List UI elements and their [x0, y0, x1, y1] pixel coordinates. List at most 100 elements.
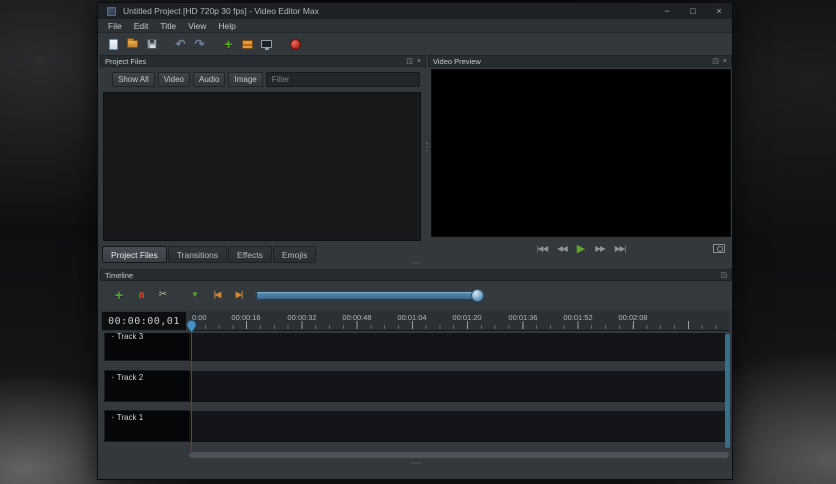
horizontal-splitter-handle[interactable]: ⋯: [406, 259, 426, 269]
close-button[interactable]: ×: [706, 3, 732, 19]
track-lane[interactable]: [189, 333, 725, 361]
menu-item-help[interactable]: Help: [212, 19, 241, 32]
bottom-splitter-handle[interactable]: ⋯: [406, 459, 426, 469]
add-marker-button[interactable]: ▼: [186, 286, 204, 304]
ruler-label: 00:01:52: [563, 313, 593, 322]
app-window: Untitled Project [HD 720p 30 fps] - Vide…: [97, 2, 733, 480]
tab-effects[interactable]: Effects: [228, 246, 272, 263]
track-label: Track 1: [116, 413, 144, 422]
filter-audio-button[interactable]: Audio: [193, 72, 226, 87]
scissors-icon: ✂: [158, 289, 168, 300]
maximize-button[interactable]: □: [680, 3, 706, 19]
save-icon: [146, 39, 157, 49]
fast-forward-button[interactable]: ▶▶: [595, 245, 606, 253]
track-row: ▪ Track 3: [100, 333, 732, 361]
ruler-label: 00:01:20: [452, 313, 482, 322]
track-lane[interactable]: [189, 410, 725, 442]
next-marker-icon: ▶|: [235, 290, 243, 299]
track-header[interactable]: ▪ Track 3: [104, 333, 190, 361]
profile-icon: [242, 39, 253, 49]
project-files-list[interactable]: [103, 92, 421, 241]
playhead-marker[interactable]: [186, 319, 197, 334]
filter-show-all-button[interactable]: Show All: [112, 72, 155, 87]
menu-item-file[interactable]: File: [102, 19, 128, 32]
playback-controls: |◀◀ ◀◀ ▶ ▶▶ ▶▶|: [431, 241, 731, 257]
track-lane[interactable]: [189, 370, 725, 402]
choose-profile-button[interactable]: [239, 36, 256, 53]
redo-button[interactable]: ↷: [191, 36, 208, 53]
float-dock-icon[interactable]: ◳: [720, 272, 727, 279]
zoom-slider-handle[interactable]: [471, 289, 484, 302]
export-video-button[interactable]: [287, 36, 304, 53]
new-project-button[interactable]: [105, 36, 122, 53]
dock-tab-bar: Project Files Transitions Effects Emojis: [102, 246, 317, 263]
track-badge-icon: ▪: [112, 334, 114, 340]
ruler-label: 00:00:16: [231, 313, 261, 322]
export-record-icon: [290, 38, 301, 50]
vertical-scrollbar[interactable]: [725, 334, 730, 448]
save-project-button[interactable]: [143, 36, 160, 53]
tab-emojis[interactable]: Emojis: [272, 246, 317, 263]
previous-marker-icon: |◀: [213, 290, 221, 299]
play-button[interactable]: ▶: [577, 243, 585, 255]
menu-bar: File Edit Title View Help: [98, 19, 732, 33]
window-controls: − □ ×: [654, 3, 732, 19]
snapping-button[interactable]: [132, 286, 150, 304]
open-project-button[interactable]: [124, 36, 141, 53]
horizontal-scrollbar[interactable]: [189, 452, 729, 458]
close-dock-icon[interactable]: ×: [723, 58, 727, 65]
next-marker-button[interactable]: ▶|: [230, 286, 248, 304]
ruler-label: 00:00:32: [287, 313, 317, 322]
float-dock-icon[interactable]: ◳: [406, 58, 413, 65]
track-label: Track 3: [116, 333, 144, 341]
horizontal-scrollbar-thumb[interactable]: [189, 452, 729, 458]
fullscreen-button[interactable]: [258, 36, 275, 53]
timeline-dock-title: Timeline: [105, 270, 134, 280]
title-bar: Untitled Project [HD 720p 30 fps] - Vide…: [98, 3, 732, 19]
filter-input[interactable]: [265, 72, 420, 87]
timeline-ruler[interactable]: 0:00 00:00:16 00:00:32 00:00:48 00:01:04…: [189, 311, 729, 331]
add-track-icon: +: [114, 287, 124, 303]
timeline-tracks-viewport: ▪ Track 3 ▪ Track 2 ▪ Track 1: [100, 333, 732, 450]
track-header[interactable]: ▪ Track 1: [104, 410, 190, 442]
close-dock-icon[interactable]: ×: [417, 58, 421, 65]
capture-frame-icon[interactable]: [713, 244, 725, 253]
tab-transitions[interactable]: Transitions: [167, 246, 228, 263]
track-row: ▪ Track 1: [100, 410, 732, 442]
video-preview-dock-title: Video Preview: [433, 56, 481, 66]
filter-image-button[interactable]: Image: [228, 72, 263, 87]
track-badge-icon: ▪: [112, 375, 114, 381]
tab-project-files[interactable]: Project Files: [102, 246, 167, 263]
fullscreen-icon: [261, 40, 272, 50]
previous-marker-button[interactable]: |◀: [208, 286, 226, 304]
jump-end-button[interactable]: ▶▶|: [615, 245, 627, 253]
filter-video-button[interactable]: Video: [157, 72, 191, 87]
zoom-slider[interactable]: [256, 289, 484, 302]
ruler-label: 00:01:36: [508, 313, 538, 322]
add-track-button[interactable]: +: [110, 286, 128, 304]
magnet-icon: [138, 292, 144, 298]
import-files-button[interactable]: +: [220, 36, 237, 53]
minimize-button[interactable]: −: [654, 3, 680, 19]
project-files-dock-header: Project Files ◳ ×: [100, 55, 426, 67]
ruler-label: 00:01:04: [397, 313, 427, 322]
menu-item-title[interactable]: Title: [154, 19, 182, 32]
float-dock-icon[interactable]: ◳: [712, 58, 719, 65]
window-title: Untitled Project [HD 720p 30 fps] - Vide…: [123, 6, 319, 16]
track-header[interactable]: ▪ Track 2: [104, 370, 190, 402]
razor-button[interactable]: ✂: [154, 286, 172, 304]
ruler-label: 00:02:08: [618, 313, 648, 322]
media-filter-bar: Show All Video Audio Image: [112, 72, 420, 87]
timeline-dock-header: Timeline ◳: [100, 269, 732, 281]
track-badge-icon: ▪: [112, 415, 114, 421]
menu-item-edit[interactable]: Edit: [128, 19, 155, 32]
undo-icon: ↶: [175, 37, 186, 51]
playhead-line: [191, 332, 192, 450]
ruler-label: 00:00:48: [342, 313, 372, 322]
menu-item-view[interactable]: View: [182, 19, 212, 32]
video-preview-dock-header: Video Preview ◳ ×: [428, 55, 732, 67]
rewind-button[interactable]: ◀◀: [557, 245, 568, 253]
new-project-icon: [109, 38, 118, 50]
undo-button[interactable]: ↶: [172, 36, 189, 53]
jump-start-button[interactable]: |◀◀: [537, 245, 549, 253]
